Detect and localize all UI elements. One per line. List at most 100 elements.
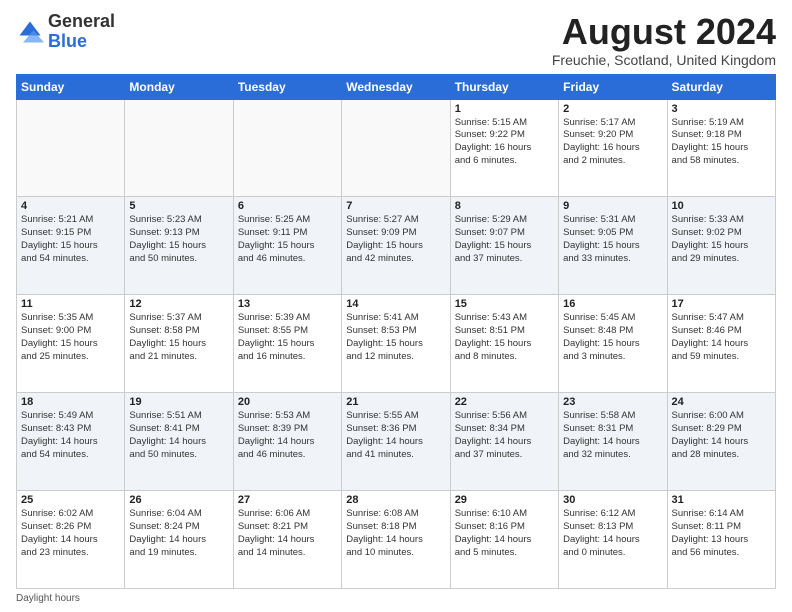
day-info: Sunrise: 6:12 AM Sunset: 8:13 PM Dayligh… — [563, 508, 662, 559]
calendar-day-cell: 3 Sunrise: 5:19 AM Sunset: 9:18 PM Daylig… — [667, 99, 775, 197]
day-number: 28 — [346, 494, 445, 506]
calendar-day-cell: 28Sunrise: 6:08 AM Sunset: 8:18 PM Dayli… — [342, 491, 450, 589]
day-info: Sunrise: 5:47 AM Sunset: 8:46 PM Dayligh… — [672, 312, 771, 363]
calendar-day-cell: 27Sunrise: 6:06 AM Sunset: 8:21 PM Dayli… — [233, 491, 341, 589]
day-number: 25 — [21, 494, 120, 506]
calendar-day-cell — [233, 99, 341, 197]
day-number: 14 — [346, 298, 445, 310]
calendar-table: SundayMondayTuesdayWednesdayThursdayFrid… — [16, 74, 776, 589]
title-block: August 2024 Freuchie, Scotland, United K… — [552, 12, 776, 68]
calendar-day-cell: 31 Sunrise: 6:14 AM Sunset: 8:11 PM Dayli… — [667, 491, 775, 589]
day-number: 24 — [672, 396, 771, 408]
logo-icon — [16, 18, 44, 46]
day-number: 11 — [21, 298, 120, 310]
calendar-day-cell: 9 Sunrise: 5:31 AM Sunset: 9:05 PM Daylig… — [559, 197, 667, 295]
day-info: Sunrise: 5:39 AM Sunset: 8:55 PM Dayligh… — [238, 312, 337, 363]
day-info: Sunrise: 5:49 AM Sunset: 8:43 PM Dayligh… — [21, 410, 120, 461]
calendar-header-row: SundayMondayTuesdayWednesdayThursdayFrid… — [17, 74, 776, 99]
calendar-day-cell: 10 Sunrise: 5:33 AM Sunset: 9:02 PM Dayli… — [667, 197, 775, 295]
day-number: 12 — [129, 298, 228, 310]
day-info: Sunrise: 6:14 AM Sunset: 8:11 PM Dayligh… — [672, 508, 771, 559]
footer: Daylight hours — [16, 593, 776, 604]
day-info: Sunrise: 5:56 AM Sunset: 8:34 PM Dayligh… — [455, 410, 554, 461]
calendar-day-cell: 17 Sunrise: 5:47 AM Sunset: 8:46 PM Dayli… — [667, 295, 775, 393]
day-info: Sunrise: 5:43 AM Sunset: 8:51 PM Dayligh… — [455, 312, 554, 363]
day-of-week-header: Friday — [559, 74, 667, 99]
day-info: Sunrise: 5:55 AM Sunset: 8:36 PM Dayligh… — [346, 410, 445, 461]
day-info: Sunrise: 5:19 AM Sunset: 9:18 PM Dayligh… — [672, 117, 771, 168]
day-info: Sunrise: 5:58 AM Sunset: 8:31 PM Dayligh… — [563, 410, 662, 461]
calendar-week-row: 18Sunrise: 5:49 AM Sunset: 8:43 PM Dayli… — [17, 393, 776, 491]
day-info: Sunrise: 5:37 AM Sunset: 8:58 PM Dayligh… — [129, 312, 228, 363]
calendar-day-cell: 30 Sunrise: 6:12 AM Sunset: 8:13 PM Dayli… — [559, 491, 667, 589]
calendar-day-cell: 7 Sunrise: 5:27 AM Sunset: 9:09 PM Daylig… — [342, 197, 450, 295]
calendar-day-cell: 2 Sunrise: 5:17 AM Sunset: 9:20 PM Daylig… — [559, 99, 667, 197]
day-number: 30 — [563, 494, 662, 506]
day-number: 10 — [672, 200, 771, 212]
calendar-day-cell: 24 Sunrise: 6:00 AM Sunset: 8:29 PM Dayli… — [667, 393, 775, 491]
day-number: 23 — [563, 396, 662, 408]
day-info: Sunrise: 5:21 AM Sunset: 9:15 PM Dayligh… — [21, 214, 120, 265]
day-number: 15 — [455, 298, 554, 310]
day-info: Sunrise: 5:45 AM Sunset: 8:48 PM Dayligh… — [563, 312, 662, 363]
day-info: Sunrise: 5:53 AM Sunset: 8:39 PM Dayligh… — [238, 410, 337, 461]
day-info: Sunrise: 5:41 AM Sunset: 8:53 PM Dayligh… — [346, 312, 445, 363]
calendar-day-cell — [342, 99, 450, 197]
day-of-week-header: Saturday — [667, 74, 775, 99]
day-number: 2 — [563, 103, 662, 115]
calendar-day-cell: 16 Sunrise: 5:45 AM Sunset: 8:48 PM Dayli… — [559, 295, 667, 393]
day-info: Sunrise: 5:33 AM Sunset: 9:02 PM Dayligh… — [672, 214, 771, 265]
calendar-day-cell: 5 Sunrise: 5:23 AM Sunset: 9:13 PM Daylig… — [125, 197, 233, 295]
day-number: 4 — [21, 200, 120, 212]
day-number: 19 — [129, 396, 228, 408]
logo: General Blue — [16, 12, 115, 52]
calendar-day-cell: 29Sunrise: 6:10 AM Sunset: 8:16 PM Dayli… — [450, 491, 558, 589]
header: General Blue August 2024 Freuchie, Scotl… — [16, 12, 776, 68]
day-info: Sunrise: 5:17 AM Sunset: 9:20 PM Dayligh… — [563, 117, 662, 168]
day-number: 9 — [563, 200, 662, 212]
day-info: Sunrise: 6:10 AM Sunset: 8:16 PM Dayligh… — [455, 508, 554, 559]
day-info: Sunrise: 5:51 AM Sunset: 8:41 PM Dayligh… — [129, 410, 228, 461]
day-info: Sunrise: 5:35 AM Sunset: 9:00 PM Dayligh… — [21, 312, 120, 363]
day-number: 1 — [455, 103, 554, 115]
calendar-week-row: 25 Sunrise: 6:02 AM Sunset: 8:26 PM Dayli… — [17, 491, 776, 589]
calendar-day-cell: 12 Sunrise: 5:37 AM Sunset: 8:58 PM Dayli… — [125, 295, 233, 393]
day-number: 3 — [672, 103, 771, 115]
day-of-week-header: Thursday — [450, 74, 558, 99]
calendar-day-cell: 14 Sunrise: 5:41 AM Sunset: 8:53 PM Dayli… — [342, 295, 450, 393]
day-number: 7 — [346, 200, 445, 212]
calendar-day-cell: 13Sunrise: 5:39 AM Sunset: 8:55 PM Dayli… — [233, 295, 341, 393]
day-number: 5 — [129, 200, 228, 212]
day-number: 22 — [455, 396, 554, 408]
calendar-day-cell: 8Sunrise: 5:29 AM Sunset: 9:07 PM Daylig… — [450, 197, 558, 295]
day-info: Sunrise: 6:02 AM Sunset: 8:26 PM Dayligh… — [21, 508, 120, 559]
day-number: 8 — [455, 200, 554, 212]
calendar-day-cell: 6Sunrise: 5:25 AM Sunset: 9:11 PM Daylig… — [233, 197, 341, 295]
day-number: 21 — [346, 396, 445, 408]
logo-text: General Blue — [48, 12, 115, 52]
day-info: Sunrise: 5:27 AM Sunset: 9:09 PM Dayligh… — [346, 214, 445, 265]
calendar-day-cell: 22 Sunrise: 5:56 AM Sunset: 8:34 PM Dayli… — [450, 393, 558, 491]
calendar-day-cell: 11 Sunrise: 5:35 AM Sunset: 9:00 PM Dayli… — [17, 295, 125, 393]
day-of-week-header: Wednesday — [342, 74, 450, 99]
calendar-day-cell — [125, 99, 233, 197]
calendar-day-cell: 25 Sunrise: 6:02 AM Sunset: 8:26 PM Dayli… — [17, 491, 125, 589]
calendar-week-row: 11 Sunrise: 5:35 AM Sunset: 9:00 PM Dayli… — [17, 295, 776, 393]
day-of-week-header: Tuesday — [233, 74, 341, 99]
day-info: Sunrise: 5:23 AM Sunset: 9:13 PM Dayligh… — [129, 214, 228, 265]
day-number: 17 — [672, 298, 771, 310]
calendar-day-cell: 23 Sunrise: 5:58 AM Sunset: 8:31 PM Dayli… — [559, 393, 667, 491]
day-of-week-header: Sunday — [17, 74, 125, 99]
calendar-week-row: 1 Sunrise: 5:15 AM Sunset: 9:22 PM Daylig… — [17, 99, 776, 197]
calendar-day-cell: 18Sunrise: 5:49 AM Sunset: 8:43 PM Dayli… — [17, 393, 125, 491]
subtitle: Freuchie, Scotland, United Kingdom — [552, 52, 776, 68]
calendar-day-cell: 1 Sunrise: 5:15 AM Sunset: 9:22 PM Daylig… — [450, 99, 558, 197]
day-info: Sunrise: 5:31 AM Sunset: 9:05 PM Dayligh… — [563, 214, 662, 265]
day-info: Sunrise: 5:15 AM Sunset: 9:22 PM Dayligh… — [455, 117, 554, 168]
day-info: Sunrise: 6:00 AM Sunset: 8:29 PM Dayligh… — [672, 410, 771, 461]
calendar-day-cell: 19 Sunrise: 5:51 AM Sunset: 8:41 PM Dayli… — [125, 393, 233, 491]
day-info: Sunrise: 6:06 AM Sunset: 8:21 PM Dayligh… — [238, 508, 337, 559]
day-number: 31 — [672, 494, 771, 506]
calendar-day-cell: 4 Sunrise: 5:21 AM Sunset: 9:15 PM Daylig… — [17, 197, 125, 295]
day-number: 16 — [563, 298, 662, 310]
